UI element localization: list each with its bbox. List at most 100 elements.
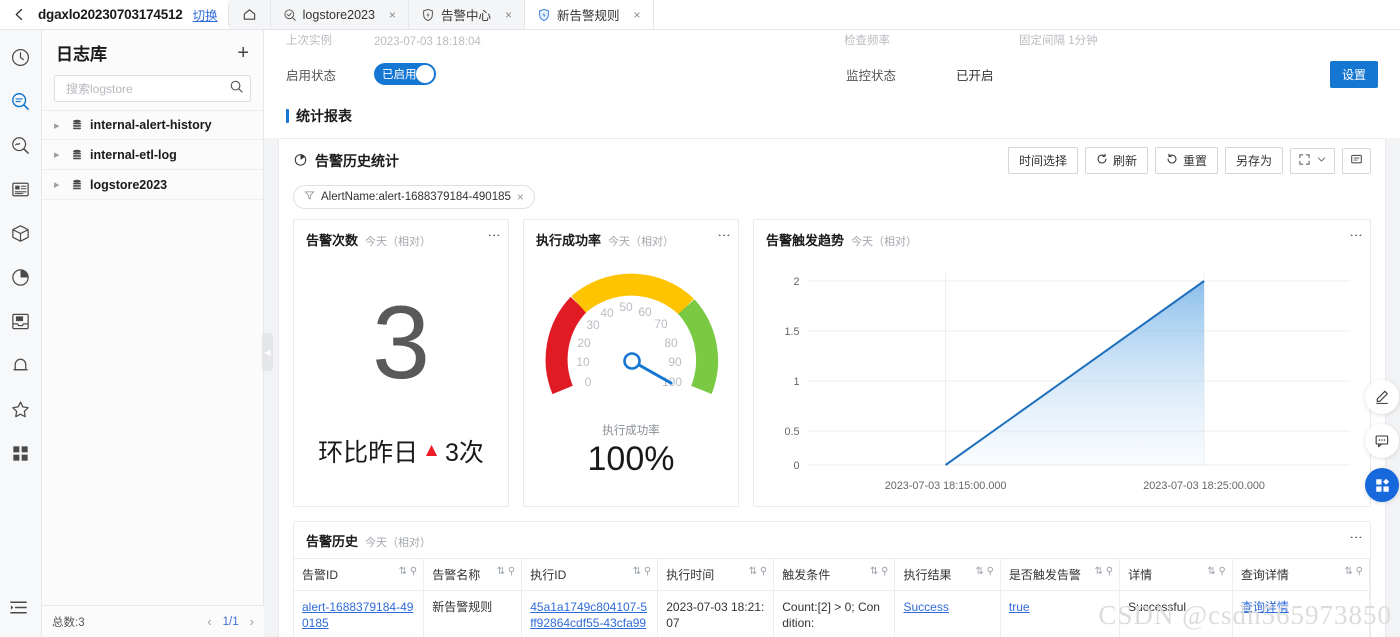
main-content: 上次实例 2023-07-03 18:18:04 检查频率 固定间隔 1分钟 启… (264, 30, 1400, 637)
search-icon[interactable] (8, 88, 34, 114)
column-header-alert-name[interactable]: 告警名称 ⇅ ⚲ (423, 558, 523, 591)
column-label: 告警名称 (432, 568, 481, 582)
package-icon[interactable] (8, 220, 34, 246)
column-header-triggered[interactable]: 是否触发告警 ⇅ ⚲ (1000, 558, 1121, 591)
tab-logstore2023[interactable]: logstore2023 × (270, 0, 409, 29)
add-logstore-button[interactable]: + (237, 43, 249, 63)
column-controls[interactable]: ⇅ ⚲ (633, 566, 651, 577)
column-controls[interactable]: ⇅ ⚲ (1207, 566, 1225, 577)
card-menu-icon[interactable]: ⋮ (1349, 531, 1364, 544)
list-item-label: logstore2023 (90, 177, 168, 192)
import-inbox-icon[interactable] (8, 308, 34, 334)
query-detail-link[interactable]: 查询详情 (1241, 600, 1289, 614)
card-menu-icon[interactable]: ⋮ (1349, 229, 1364, 242)
card-menu-icon[interactable]: ⋮ (717, 229, 732, 242)
report-list-icon[interactable] (8, 176, 34, 202)
collapse-menu-icon[interactable] (8, 597, 29, 623)
prev-page-button[interactable]: ‹ (207, 614, 211, 629)
time-select-button[interactable]: 时间选择 (1007, 147, 1078, 174)
section-header: 统计报表 (264, 100, 1400, 138)
alert-history-table: 告警ID ⇅ ⚲ 告警名称 ⇅ ⚲ 执行ID ⇅ ⚲ 执行时间 ⇅ ⚲ 触发条件 ⇅ ⚲ … (294, 558, 1371, 637)
total-count: 总数:3 (52, 616, 85, 629)
list-item[interactable]: ▸ internal-alert-history (42, 110, 263, 140)
edit-pencil-icon[interactable] (1365, 380, 1399, 414)
svg-text:30: 30 (586, 318, 600, 332)
svg-text:80: 80 (664, 336, 678, 350)
svg-text:2023-07-03 18:25:00.000: 2023-07-03 18:25:00.000 (1143, 480, 1265, 492)
settings-button[interactable]: 设置 (1329, 60, 1378, 88)
reset-button[interactable]: 重置 (1154, 147, 1218, 174)
column-controls[interactable]: ⇅ ⚲ (1095, 566, 1113, 577)
column-label: 查询详情 (1240, 568, 1289, 582)
stat-cards-row: 告警次数 今天（相对） ⋮ 3 环比昨日 ▲ 3次 执行成功率 今天（相对） ⋮ (293, 219, 1371, 507)
column-controls[interactable]: ⇅ ⚲ (749, 566, 767, 577)
triggered-link[interactable]: true (1009, 600, 1030, 614)
cell-query-detail: 查询详情 (1232, 590, 1371, 637)
search-input[interactable] (64, 80, 229, 97)
monitor-status-value: 已开启 (956, 68, 994, 83)
sidebar-collapse-handle[interactable]: ◀ (262, 333, 273, 371)
tab-close-icon[interactable]: × (633, 8, 640, 22)
tab-alert-center[interactable]: 告警中心 × (408, 0, 525, 29)
column-header-query-detail[interactable]: 查询详情 ⇅ ⚲ (1232, 558, 1371, 591)
filter-chip-close-icon[interactable]: × (517, 190, 524, 204)
pie-chart-icon[interactable] (8, 264, 34, 290)
card-menu-icon[interactable]: ⋮ (487, 229, 502, 242)
column-controls[interactable]: ⇅ ⚲ (870, 566, 888, 577)
comparison-value: 3次 (444, 439, 484, 467)
column-header-exec-time[interactable]: 执行时间 ⇅ ⚲ (657, 558, 775, 591)
card-subtitle: 今天（相对） (608, 236, 675, 248)
result-link[interactable]: Success (903, 600, 948, 614)
list-item[interactable]: ▸ logstore2023 (42, 170, 263, 200)
comment-button[interactable] (1342, 147, 1371, 174)
alert-count-card: 告警次数 今天（相对） ⋮ 3 环比昨日 ▲ 3次 (293, 219, 509, 507)
refresh-search-icon[interactable] (8, 132, 34, 158)
feedback-chat-icon[interactable] (1365, 424, 1399, 458)
list-item[interactable]: ▸ internal-etl-log (42, 140, 263, 170)
alert-id-link[interactable]: alert-1688379184-490185 (302, 600, 413, 630)
filter-chip[interactable]: AlertName:alert-1688379184-490185 × (293, 185, 535, 209)
list-item-label: internal-alert-history (90, 118, 212, 132)
column-header-detail[interactable]: 详情 ⇅ ⚲ (1119, 558, 1233, 591)
enable-status-toggle[interactable]: 已启用 (374, 63, 436, 85)
tab-close-icon[interactable]: × (389, 8, 396, 22)
list-item-label: internal-etl-log (90, 147, 177, 162)
section-accent-bar (286, 109, 289, 123)
column-controls[interactable]: ⇅ ⚲ (1345, 566, 1363, 577)
home-icon (242, 7, 257, 22)
bell-icon[interactable] (8, 352, 34, 378)
tab-new-alert-rule[interactable]: 新告警规则 × (524, 0, 654, 29)
column-controls[interactable]: ⇅ ⚲ (399, 566, 417, 577)
column-controls[interactable]: ⇅ ⚲ (497, 566, 515, 577)
app-grid-icon[interactable] (1365, 468, 1399, 502)
home-tab[interactable] (228, 0, 271, 29)
gauge-value: 100% (587, 440, 675, 478)
refresh-button[interactable]: 刷新 (1084, 147, 1148, 174)
card-header: 告警次数 今天（相对） (306, 230, 496, 249)
column-header-alert-id[interactable]: 告警ID ⇅ ⚲ (294, 558, 425, 591)
back-button[interactable] (0, 0, 38, 29)
column-header-exec-id[interactable]: 执行ID ⇅ ⚲ (521, 558, 659, 591)
grid-icon[interactable] (8, 440, 34, 466)
save-as-button[interactable]: 另存为 (1224, 147, 1283, 174)
tab-close-icon[interactable]: × (505, 8, 512, 22)
switch-project-link[interactable]: 切换 (193, 0, 228, 29)
last-instance-label: 上次实例 (286, 35, 332, 47)
fullscreen-button[interactable] (1290, 147, 1335, 174)
column-controls[interactable]: ⇅ ⚲ (975, 566, 993, 577)
chevron-right-icon[interactable]: ▸ (54, 178, 64, 191)
column-header-condition[interactable]: 触发条件 ⇅ ⚲ (773, 558, 896, 591)
logstore-list: ▸ internal-alert-history ▸ internal-etl-… (42, 110, 263, 200)
chevron-right-icon[interactable]: ▸ (54, 119, 64, 132)
cell-result: Success (894, 590, 1001, 637)
report-title-group: 告警历史统计 (293, 151, 399, 171)
star-icon[interactable] (8, 396, 34, 422)
chevron-right-icon[interactable]: ▸ (54, 148, 64, 161)
clock-icon[interactable] (8, 44, 34, 70)
search-icon[interactable] (229, 79, 244, 99)
next-page-button[interactable]: › (250, 614, 254, 629)
exec-id-link[interactable]: 45a1a1749c804107-5ff92864cdf55-43cfa99 (530, 600, 647, 630)
column-header-result[interactable]: 执行结果 ⇅ ⚲ (894, 558, 1001, 591)
logstore-search-box[interactable] (54, 75, 251, 102)
cell-triggered: true (1000, 590, 1121, 637)
